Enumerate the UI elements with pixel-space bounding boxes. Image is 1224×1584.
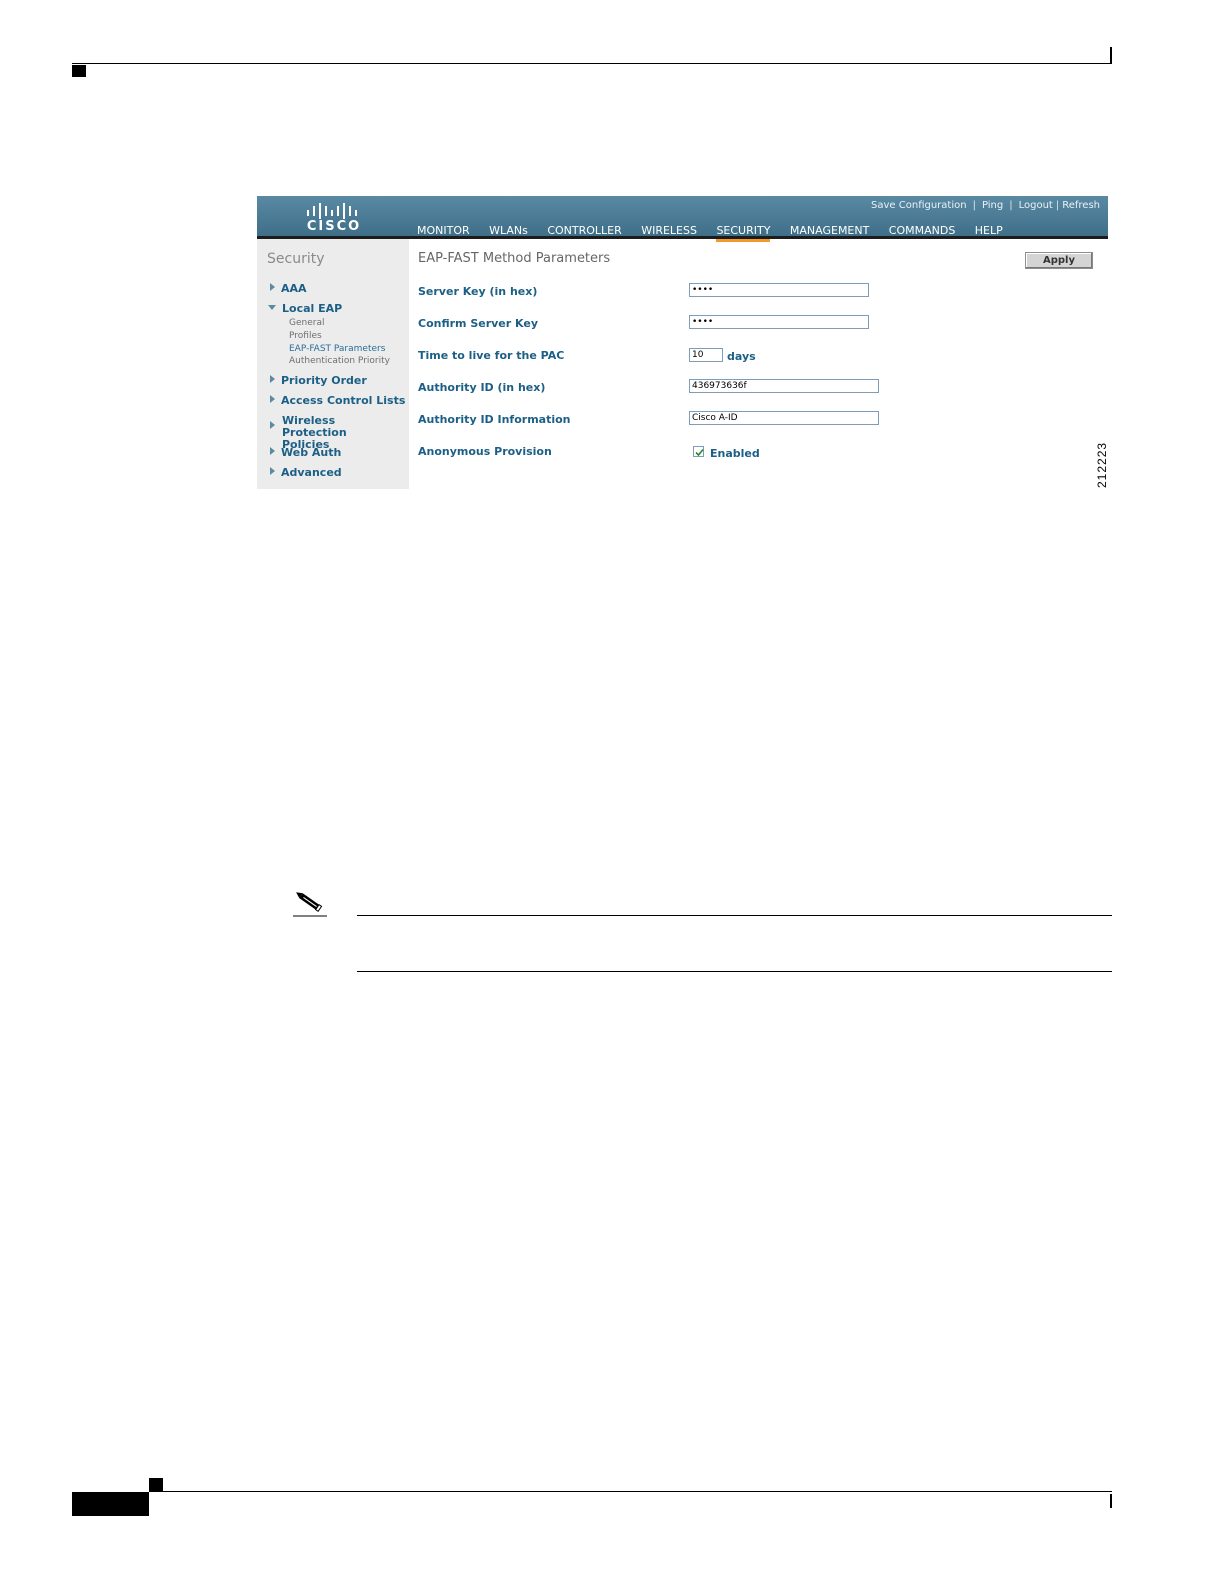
tab-help[interactable]: HELP (975, 224, 1003, 239)
cisco-bridge-icon (307, 203, 357, 219)
sidebar-item-label: Web Auth (281, 446, 342, 459)
anonymous-provision-label: Anonymous Provision (418, 445, 552, 458)
authority-id-info-label: Authority ID Information (418, 413, 571, 426)
note-bottom-rule (357, 971, 1112, 972)
note-pencil-icon (293, 890, 327, 918)
confirm-server-key-label: Confirm Server Key (418, 317, 538, 330)
figure-number: 212223 (1095, 441, 1109, 488)
tab-wlans[interactable]: WLANs (489, 224, 528, 239)
controller-gui-screenshot: CISCO Save Configuration | Ping | Logout | Ref… (257, 196, 1108, 489)
tab-security[interactable]: SECURITY (716, 224, 771, 242)
note-top-rule (357, 915, 1112, 916)
pac-ttl-unit: days (727, 350, 756, 363)
refresh-link[interactable]: Refresh (1062, 200, 1100, 211)
header-rule (72, 63, 1112, 64)
sidebar-item-web-auth[interactable]: Web Auth (270, 447, 341, 459)
save-configuration-link[interactable]: Save Configuration (871, 200, 967, 211)
authority-id-label: Authority ID (in hex) (418, 381, 546, 394)
main-tabs: MONITOR WLANs CONTROLLER WIRELESS SECURI… (417, 221, 1018, 242)
expand-arrow-icon (270, 375, 275, 383)
expand-arrow-icon (270, 467, 275, 475)
sidebar-item-aaa[interactable]: AAA (270, 283, 307, 295)
ping-link[interactable]: Ping (982, 200, 1003, 211)
sidebar: Security AAA Local EAP General Profiles … (257, 239, 409, 489)
separator: | (1009, 200, 1013, 211)
anonymous-provision-checkbox[interactable] (693, 446, 704, 457)
expand-arrow-icon (270, 447, 275, 455)
sidebar-item-priority-order[interactable]: Priority Order (270, 375, 367, 387)
sidebar-sub-eap-fast-parameters[interactable]: EAP-FAST Parameters (289, 344, 385, 354)
authority-id-input[interactable]: 436973636f (689, 379, 879, 393)
utility-links: Save Configuration | Ping | Logout | Refresh (871, 200, 1100, 211)
expand-arrow-icon (270, 283, 275, 291)
logo-text: CISCO (306, 219, 362, 234)
header-tick (1110, 47, 1112, 63)
expand-arrow-icon (270, 395, 275, 403)
cisco-logo: CISCO (303, 202, 365, 234)
footer-rule (149, 1491, 1112, 1492)
tab-management[interactable]: MANAGEMENT (790, 224, 869, 239)
checkmark-icon (695, 448, 704, 457)
sidebar-item-label: AAA (281, 282, 307, 295)
authority-id-info-input[interactable]: Cisco A-ID (689, 411, 879, 425)
sidebar-sub-profiles[interactable]: Profiles (289, 331, 322, 341)
separator: | (1055, 200, 1060, 211)
collapse-arrow-icon (268, 305, 276, 310)
tab-wireless[interactable]: WIRELESS (641, 224, 697, 239)
separator: | (972, 200, 976, 211)
server-key-label: Server Key (in hex) (418, 285, 538, 298)
top-banner: CISCO Save Configuration | Ping | Logout | Ref… (257, 196, 1108, 242)
confirm-server-key-input[interactable]: •••• (689, 315, 869, 329)
pac-ttl-input[interactable]: 10 (689, 348, 723, 362)
sidebar-item-label: Priority Order (281, 374, 367, 387)
footer-marker (149, 1478, 163, 1491)
sidebar-item-access-control-lists[interactable]: Access Control Lists (270, 395, 405, 407)
sidebar-item-label: Advanced (281, 466, 342, 479)
sidebar-sub-authentication-priority[interactable]: Authentication Priority (289, 356, 390, 366)
page-title: EAP-FAST Method Parameters (418, 251, 611, 266)
sidebar-item-advanced[interactable]: Advanced (270, 467, 342, 479)
sidebar-sub-general[interactable]: General (289, 318, 324, 328)
pac-ttl-label: Time to live for the PAC (418, 349, 565, 362)
anonymous-provision-enabled-label: Enabled (710, 447, 760, 460)
server-key-input[interactable]: •••• (689, 283, 869, 297)
header-marker (72, 65, 86, 77)
footer-tick (1110, 1494, 1112, 1508)
apply-button[interactable]: Apply (1025, 252, 1093, 269)
sidebar-title: Security (267, 251, 325, 267)
sidebar-item-label: Access Control Lists (281, 394, 406, 407)
tab-commands[interactable]: COMMANDS (889, 224, 956, 239)
expand-arrow-icon (270, 421, 275, 429)
sidebar-item-local-eap[interactable]: Local EAP (268, 303, 342, 315)
footer-page-block (72, 1492, 149, 1516)
sidebar-item-label: Local EAP (282, 302, 343, 315)
tab-controller[interactable]: CONTROLLER (547, 224, 621, 239)
tab-monitor[interactable]: MONITOR (417, 224, 470, 239)
logout-link[interactable]: Logout (1019, 200, 1053, 211)
